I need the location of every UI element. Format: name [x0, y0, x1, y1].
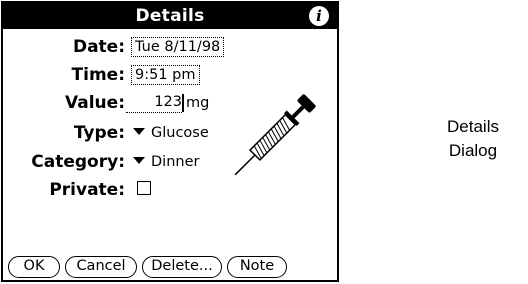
dropdown-triangle-icon [133, 128, 145, 135]
value-unit: mg [186, 95, 210, 111]
dropdown-triangle-icon [133, 157, 145, 164]
text-cursor [182, 94, 184, 112]
note-button[interactable]: Note [227, 256, 287, 278]
value-field[interactable]: 123 [126, 93, 182, 113]
time-label: Time: [71, 65, 125, 85]
time-selector[interactable]: 9:51 pm [131, 65, 200, 85]
syringe-icon [234, 94, 316, 176]
type-popup-trigger[interactable]: Glucose [133, 123, 209, 143]
ok-button[interactable]: OK [8, 256, 60, 278]
caption-line-2: Dialog [448, 141, 498, 160]
caption-line-1: Details [447, 117, 499, 136]
dialog-title: Details [135, 6, 205, 26]
category-value: Dinner [151, 154, 200, 170]
type-value: Glucose [151, 125, 209, 141]
value-label: Value: [65, 93, 125, 113]
details-dialog: Details i Date: Tue 8/11/98 Time: 9:51 p… [1, 1, 339, 282]
date-selector[interactable]: Tue 8/11/98 [131, 37, 225, 57]
title-bar: Details i [3, 3, 337, 29]
private-label: Private: [49, 180, 125, 200]
category-label: Category: [31, 152, 125, 172]
category-popup-trigger[interactable]: Dinner [133, 152, 199, 172]
delete-button[interactable]: Delete... [142, 256, 222, 278]
date-label: Date: [72, 37, 125, 57]
type-label: Type: [73, 123, 125, 143]
cancel-button[interactable]: Cancel [65, 256, 137, 278]
private-checkbox[interactable] [137, 181, 151, 195]
figure-caption: Details Dialog [418, 115, 528, 163]
info-icon[interactable]: i [309, 6, 329, 26]
